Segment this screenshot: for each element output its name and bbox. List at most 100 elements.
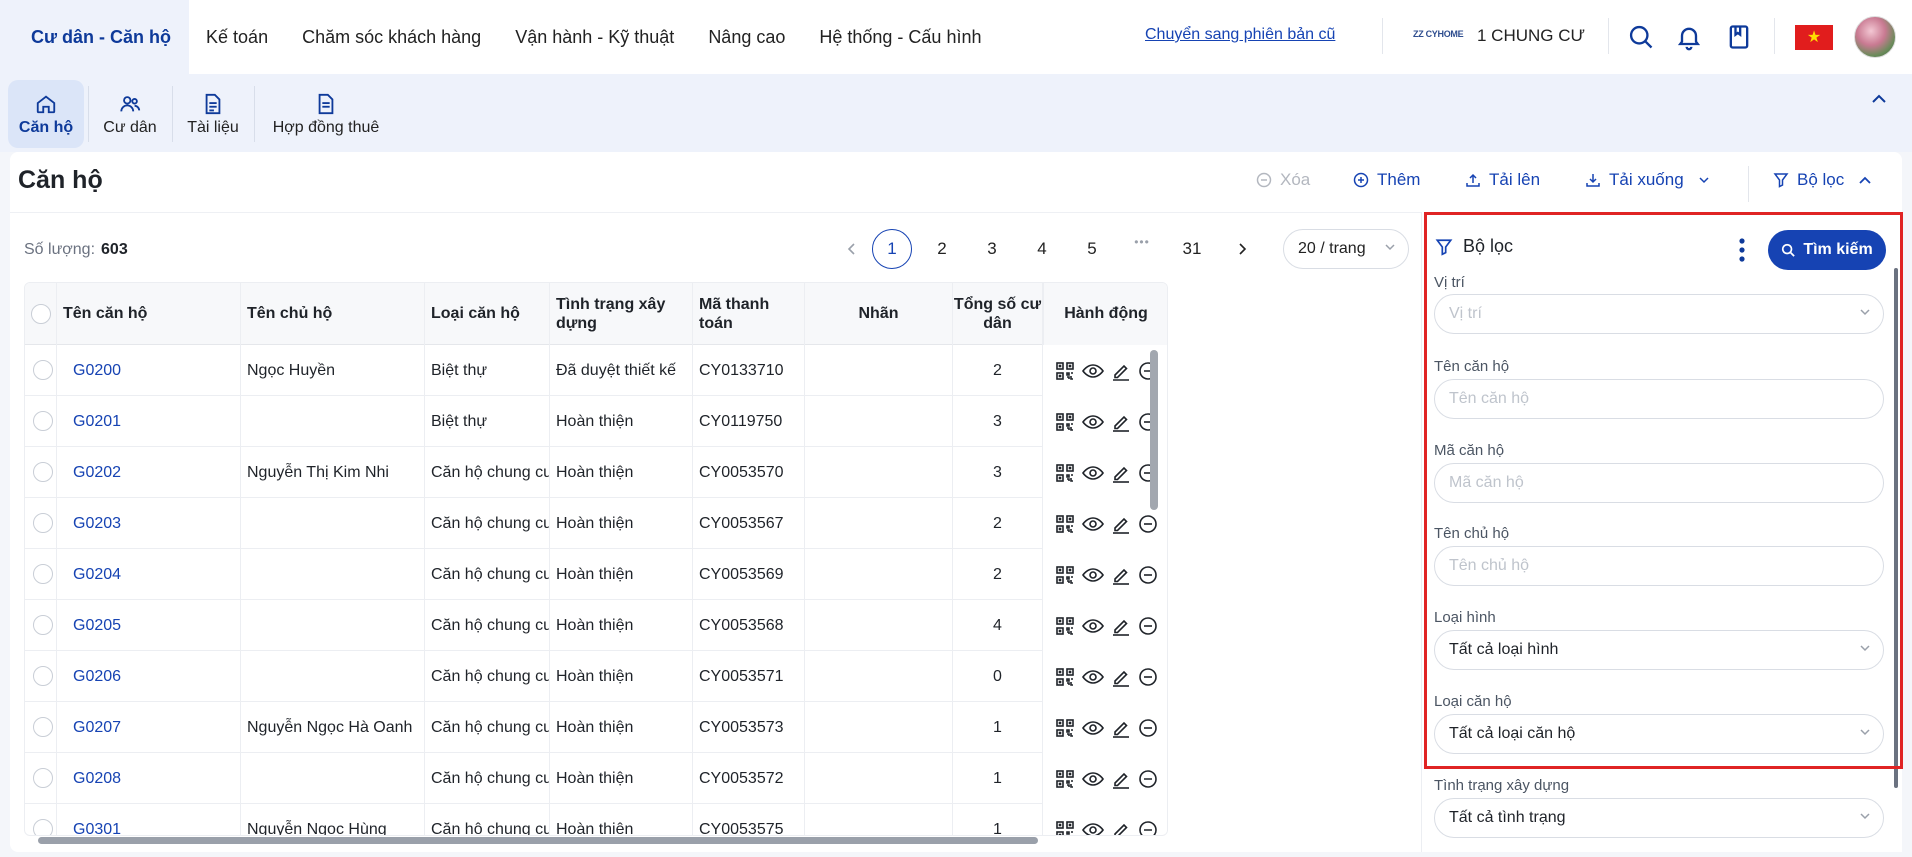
tab-ke-toan[interactable]: Kế toán — [189, 0, 285, 74]
apartment-code-input[interactable]: Mã căn hộ — [1434, 463, 1884, 503]
row-checkbox[interactable] — [33, 462, 53, 482]
edit-icon[interactable] — [1111, 616, 1131, 636]
apartment-code-link[interactable]: G0301 — [57, 804, 241, 835]
upload-button[interactable]: Tải lên — [1465, 170, 1540, 190]
table-row[interactable]: G0201 Biệt thự Hoàn thiện CY0119750 3 — [25, 396, 1167, 447]
avatar[interactable] — [1854, 16, 1896, 58]
eye-icon[interactable] — [1081, 566, 1104, 584]
apartment-code-link[interactable]: G0205 — [57, 600, 241, 651]
prev-page-button[interactable] — [832, 229, 872, 269]
eye-icon[interactable] — [1081, 719, 1104, 737]
location-select[interactable]: Vị trí — [1434, 294, 1884, 334]
row-checkbox[interactable] — [33, 411, 53, 431]
bell-icon[interactable] — [1672, 20, 1706, 54]
page-size-select[interactable]: 20 / trang — [1283, 229, 1409, 269]
row-checkbox[interactable] — [33, 564, 53, 584]
column-header-ma-thanh-toan[interactable]: Mã thanh toán — [693, 283, 805, 345]
eye-icon[interactable] — [1081, 668, 1104, 686]
owner-name-input[interactable]: Tên chủ hộ — [1434, 546, 1884, 586]
tab-he-thong-cau-hinh[interactable]: Hệ thống - Cấu hình — [802, 0, 998, 74]
edit-icon[interactable] — [1111, 718, 1131, 738]
edit-icon[interactable] — [1111, 667, 1131, 687]
column-header-nhan[interactable]: Nhãn — [805, 283, 953, 345]
apartment-code-link[interactable]: G0207 — [57, 702, 241, 753]
old-version-link[interactable]: Chuyển sang phiên bản cũ — [1145, 26, 1335, 44]
table-row[interactable]: G0202 Nguyễn Thị Kim Nhi Căn hộ chung cư Ho… — [25, 447, 1167, 498]
apartment-code-link[interactable]: G0206 — [57, 651, 241, 702]
apartment-name-input[interactable]: Tên căn hộ — [1434, 379, 1884, 419]
edit-icon[interactable] — [1111, 514, 1131, 534]
row-checkbox[interactable] — [33, 666, 53, 686]
add-button[interactable]: Thêm — [1353, 170, 1420, 190]
qr-code-icon[interactable] — [1055, 769, 1075, 789]
table-horizontal-scrollbar[interactable] — [24, 834, 1168, 846]
page-button-1[interactable]: 1 — [872, 229, 912, 269]
search-icon[interactable] — [1624, 20, 1658, 54]
qr-code-icon[interactable] — [1055, 412, 1075, 432]
row-checkbox[interactable] — [33, 717, 53, 737]
subnav-item-cu-dan[interactable]: Cư dân — [94, 80, 166, 148]
subnav-item-tai-lieu[interactable]: Tài liệu — [178, 80, 248, 148]
pagination-ellipsis[interactable]: ••• — [1122, 222, 1162, 262]
table-row[interactable]: G0301 Nguyễn Ngọc Hùng Căn hộ chung cư Hoàn… — [25, 804, 1167, 835]
minus-circle-icon[interactable] — [1138, 718, 1158, 738]
minus-circle-icon[interactable] — [1138, 667, 1158, 687]
tab-nang-cao[interactable]: Nâng cao — [691, 0, 802, 74]
property-type-select[interactable]: Tất cả loại hình — [1434, 630, 1884, 670]
row-checkbox[interactable] — [33, 360, 53, 380]
column-header-tinh-trang-xay-dung[interactable]: Tình trạng xây dựng — [550, 283, 693, 345]
apartment-code-link[interactable]: G0204 — [57, 549, 241, 600]
bookmark-icon[interactable] — [1722, 20, 1756, 54]
vietnam-flag-icon[interactable]: ★ — [1795, 25, 1833, 50]
scrollbar-thumb[interactable] — [38, 837, 1038, 844]
subnav-item-can-ho[interactable]: Căn hộ — [8, 80, 84, 148]
edit-icon[interactable] — [1111, 769, 1131, 789]
page-button-31[interactable]: 31 — [1172, 229, 1212, 269]
table-row[interactable]: G0207 Nguyễn Ngọc Hà Oanh Căn hộ chung cư H… — [25, 702, 1167, 753]
qr-code-icon[interactable] — [1055, 463, 1075, 483]
page-button-4[interactable]: 4 — [1022, 229, 1062, 269]
page-button-3[interactable]: 3 — [972, 229, 1012, 269]
table-row[interactable]: G0208 Căn hộ chung cư Hoàn thiện CY0053572 1 — [25, 753, 1167, 804]
more-options-icon[interactable] — [1738, 236, 1746, 264]
download-button[interactable]: Tải xuống — [1585, 170, 1718, 190]
edit-icon[interactable] — [1111, 463, 1131, 483]
edit-icon[interactable] — [1111, 565, 1131, 585]
table-row[interactable]: G0203 Căn hộ chung cư Hoàn thiện CY0053567 2 — [25, 498, 1167, 549]
tab-van-hanh-ky-thuat[interactable]: Vận hành - Kỹ thuật — [498, 0, 691, 74]
page-button-2[interactable]: 2 — [922, 229, 962, 269]
apartment-code-link[interactable]: G0208 — [57, 753, 241, 804]
row-checkbox[interactable] — [33, 513, 53, 533]
apartment-code-link[interactable]: G0203 — [57, 498, 241, 549]
table-row[interactable]: G0205 Căn hộ chung cư Hoàn thiện CY0053568 4 — [25, 600, 1167, 651]
eye-icon[interactable] — [1081, 617, 1104, 635]
subnav-item-hop-dong-thue[interactable]: Hợp đồng thuê — [262, 80, 390, 148]
select-all-checkbox[interactable] — [30, 304, 51, 324]
minus-circle-icon[interactable] — [1138, 514, 1158, 534]
column-header-tong-so-cu-dan[interactable]: Tổng số cư dân — [953, 283, 1043, 345]
eye-icon[interactable] — [1081, 770, 1104, 788]
row-checkbox[interactable] — [33, 615, 53, 635]
edit-icon[interactable] — [1111, 361, 1131, 381]
eye-icon[interactable] — [1081, 362, 1104, 380]
eye-icon[interactable] — [1081, 464, 1104, 482]
minus-circle-icon[interactable] — [1138, 565, 1158, 585]
table-row[interactable]: G0206 Căn hộ chung cư Hoàn thiện CY0053571 0 — [25, 651, 1167, 702]
column-header-loai-can-ho[interactable]: Loại căn hộ — [425, 283, 550, 345]
search-button[interactable]: Tìm kiếm — [1768, 230, 1886, 270]
table-row[interactable]: G0204 Căn hộ chung cư Hoàn thiện CY0053569 2 — [25, 549, 1167, 600]
apartment-code-link[interactable]: G0200 — [57, 345, 241, 396]
table-vertical-scrollbar[interactable] — [1150, 350, 1158, 510]
eye-icon[interactable] — [1081, 413, 1104, 431]
qr-code-icon[interactable] — [1055, 361, 1075, 381]
qr-code-icon[interactable] — [1055, 667, 1075, 687]
next-page-button[interactable] — [1222, 229, 1262, 269]
edit-icon[interactable] — [1111, 412, 1131, 432]
apartment-code-link[interactable]: G0201 — [57, 396, 241, 447]
apartment-code-link[interactable]: G0202 — [57, 447, 241, 498]
filter-toggle-button[interactable]: Bộ lọc — [1773, 170, 1880, 190]
eye-icon[interactable] — [1081, 515, 1104, 533]
qr-code-icon[interactable] — [1055, 718, 1075, 738]
construction-status-select[interactable]: Tất cả tình trạng — [1434, 798, 1884, 838]
delete-button[interactable]: Xóa — [1256, 170, 1310, 190]
